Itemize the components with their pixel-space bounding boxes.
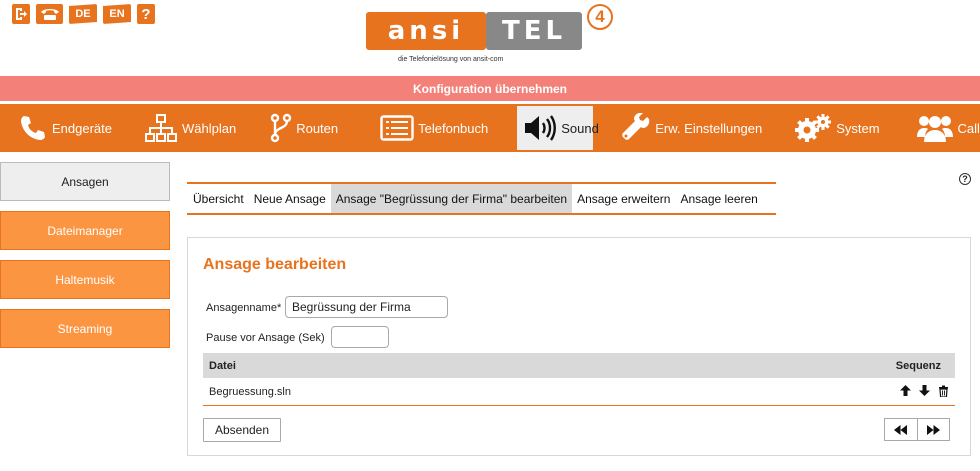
- column-header-file: Datei: [209, 359, 236, 372]
- sidebar-item-dateimanager[interactable]: Dateimanager: [0, 211, 170, 250]
- sidebar-item-streaming[interactable]: Streaming: [0, 309, 170, 348]
- nav-endgeraete[interactable]: Endgeräte: [12, 106, 118, 150]
- phone-handset-icon: [18, 113, 48, 143]
- phone-icon[interactable]: [36, 4, 63, 24]
- nav-label: Sound: [561, 120, 599, 136]
- table-row: Begruessung.sln: [203, 379, 955, 406]
- trash-icon[interactable]: [938, 385, 949, 400]
- logo-left-text: ansi: [366, 12, 486, 50]
- edit-announcement-panel: Ansage bearbeiten Ansagenname* Begrüssun…: [187, 237, 971, 456]
- nav-routen[interactable]: Routen: [264, 106, 344, 150]
- tab-uebersicht[interactable]: Übersicht: [188, 184, 249, 213]
- logo-tagline: die Telefonielösung von ansit-com: [398, 56, 504, 63]
- logo-version: 4: [587, 4, 613, 30]
- apply-configuration-button[interactable]: Konfiguration übernehmen: [0, 76, 980, 101]
- users-icon: [916, 113, 954, 143]
- pause-input[interactable]: [331, 326, 389, 348]
- nav-telefonbuch[interactable]: Telefonbuch: [374, 106, 494, 150]
- nav-system[interactable]: System: [788, 106, 885, 150]
- sidebar-item-ansagen[interactable]: Ansagen: [0, 162, 170, 201]
- tab-neue-ansage[interactable]: Neue Ansage: [249, 184, 331, 213]
- gears-icon: [794, 113, 832, 143]
- help-circle-icon[interactable]: ?: [959, 173, 971, 185]
- nav-label: Erw. Einstellungen: [655, 120, 763, 136]
- nav-label: Endgeräte: [52, 120, 112, 136]
- logo-right-text: TEL: [486, 12, 582, 50]
- ansitel-logo: ansi TEL 4 die Telefonielösung von ansit…: [366, 4, 616, 70]
- logout-icon[interactable]: [12, 4, 30, 24]
- speaker-icon: [523, 113, 557, 143]
- announcement-name-label: Ansagenname*: [206, 302, 282, 314]
- apply-configuration-label: Konfiguration übernehmen: [413, 81, 567, 96]
- top-toolbar: DE EN ?: [12, 4, 155, 24]
- files-table-header: Datei Sequenz: [203, 353, 955, 378]
- nav-waehlplan[interactable]: Wählplan: [138, 106, 242, 150]
- wrench-icon: [621, 113, 651, 143]
- panel-title: Ansage bearbeiten: [203, 256, 347, 273]
- help-question-icon[interactable]: ?: [137, 4, 155, 24]
- column-header-sequence: Sequenz: [895, 359, 941, 372]
- tab-ansage-leeren[interactable]: Ansage leeren: [675, 184, 762, 213]
- route-icon: [270, 113, 292, 143]
- arrow-up-icon[interactable]: [900, 385, 911, 399]
- nav-label: Wählplan: [182, 120, 237, 136]
- nav-callcenter[interactable]: Callcenter: [910, 106, 980, 150]
- file-name: Begruessung.sln: [209, 386, 291, 398]
- row-actions: [900, 385, 949, 400]
- nav-sound[interactable]: Sound: [517, 106, 599, 150]
- sitemap-icon: [144, 113, 178, 143]
- announcement-name-input[interactable]: Begrüssung der Firma: [285, 296, 448, 318]
- tab-ansage-bearbeiten[interactable]: Ansage "Begrüssung der Firma" bearbeiten: [330, 184, 573, 213]
- tab-ansage-erweitern[interactable]: Ansage erweitern: [572, 184, 675, 213]
- sidebar-item-haltemusik[interactable]: Haltemusik: [0, 260, 170, 299]
- nav-label: Callcenter: [957, 120, 980, 136]
- nav-label: Telefonbuch: [418, 120, 489, 136]
- phonebook-icon: [380, 115, 414, 141]
- main-navigation: Endgeräte Wählplan Routen Telefonbuch So…: [0, 104, 980, 152]
- nav-label: System: [836, 120, 880, 136]
- language-de-button[interactable]: DE: [69, 4, 97, 24]
- sub-tabs: Übersicht Neue Ansage Ansage "Begrüssung…: [187, 182, 776, 215]
- submit-button[interactable]: Absenden: [203, 418, 281, 442]
- language-en-button[interactable]: EN: [103, 4, 131, 24]
- sidebar: Ansagen Dateimanager Haltemusik Streamin…: [0, 162, 170, 358]
- previous-page-icon[interactable]: [885, 419, 917, 440]
- pause-label: Pause vor Ansage (Sek): [206, 332, 325, 344]
- nav-label: Routen: [296, 120, 339, 136]
- next-page-icon[interactable]: [916, 419, 950, 440]
- nav-erw-einstellungen[interactable]: Erw. Einstellungen: [615, 106, 768, 150]
- pager: [884, 418, 950, 441]
- arrow-down-icon[interactable]: [919, 385, 930, 399]
